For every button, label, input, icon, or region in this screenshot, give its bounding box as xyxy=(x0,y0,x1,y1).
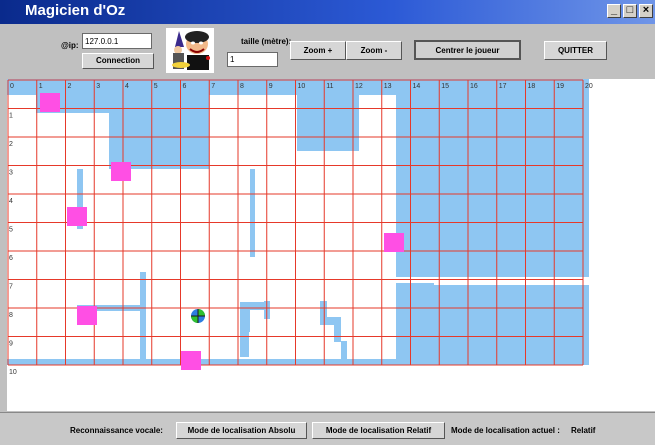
row-label: 6 xyxy=(9,255,13,262)
zoom-out-button[interactable]: Zoom - xyxy=(346,41,402,60)
size-label: taille (mètre): xyxy=(241,37,292,46)
column-label: 10 xyxy=(298,83,306,90)
column-label: 2 xyxy=(68,83,72,90)
row-label: 3 xyxy=(9,170,13,177)
column-label: 18 xyxy=(528,83,536,90)
column-label: 20 xyxy=(585,83,593,90)
window-title: Magicien d'Oz xyxy=(25,2,126,19)
row-label: 8 xyxy=(9,312,13,319)
row-label: 9 xyxy=(9,341,13,348)
connection-button[interactable]: Connection xyxy=(82,53,154,69)
column-label: 4 xyxy=(125,83,129,90)
wall-block xyxy=(140,272,146,362)
close-icon: × xyxy=(642,4,650,16)
column-label: 3 xyxy=(96,83,100,90)
row-label: 2 xyxy=(9,141,13,148)
close-button[interactable]: × xyxy=(639,4,653,18)
status-bar: Reconnaissance vocale: Mode de localisat… xyxy=(0,412,655,445)
quit-button[interactable]: QUITTER xyxy=(544,41,607,60)
maximize-icon: □ xyxy=(626,4,634,16)
voice-recognition-label: Reconnaissance vocale: xyxy=(70,426,163,435)
row-label: 5 xyxy=(9,227,13,234)
column-label: 17 xyxy=(499,83,507,90)
position-marker xyxy=(384,233,404,252)
column-label: 14 xyxy=(413,83,421,90)
ip-label: @ip: xyxy=(61,41,79,50)
column-label: 9 xyxy=(269,83,273,90)
column-label: 5 xyxy=(154,83,158,90)
player-quadrant xyxy=(191,316,198,323)
column-label: 0 xyxy=(10,83,14,90)
ip-input[interactable] xyxy=(82,33,152,49)
wall-block xyxy=(240,302,250,332)
map-view[interactable]: 0 1 2 3 4 5 6 7 8 9 10 11 12 13 14 15 16 17 18 19 20 1 2 3 4 5 6 7 8… xyxy=(7,79,655,411)
center-player-button[interactable]: Centrer le joueur xyxy=(414,40,521,60)
column-label: 6 xyxy=(183,83,187,90)
wall-block xyxy=(396,95,589,281)
column-label: 16 xyxy=(470,83,478,90)
wizard-logo-image xyxy=(172,31,210,70)
toolbar: @ip: Connection taille (mètre): Zoom + Z… xyxy=(0,24,655,77)
column-label: 12 xyxy=(355,83,363,90)
column-label: 19 xyxy=(556,83,564,90)
position-marker xyxy=(77,306,97,325)
size-input[interactable] xyxy=(227,52,278,67)
row-label: 1 xyxy=(9,113,13,120)
column-label: 13 xyxy=(384,83,392,90)
row-label: 7 xyxy=(9,284,13,291)
wall-block xyxy=(240,332,249,357)
maximize-button[interactable]: □ xyxy=(623,4,637,18)
column-label: 8 xyxy=(240,83,244,90)
title-bar: Magicien d'Oz _ □ × xyxy=(0,0,655,24)
wizard-logo xyxy=(166,28,214,73)
wall-block xyxy=(320,317,334,325)
minimize-icon: _ xyxy=(610,4,618,16)
position-marker xyxy=(67,207,87,226)
current-mode-label: Mode de localisation actuel : xyxy=(451,426,560,435)
minimize-button[interactable]: _ xyxy=(607,4,621,18)
column-label: 1 xyxy=(39,83,43,90)
row-label: 10 xyxy=(9,369,17,376)
column-label: 11 xyxy=(326,83,333,90)
position-marker xyxy=(111,162,131,181)
current-mode-value: Relatif xyxy=(571,426,596,435)
position-marker xyxy=(40,93,60,112)
row-label: 4 xyxy=(9,198,13,205)
absolute-mode-button[interactable]: Mode de localisation Absolu xyxy=(176,422,307,439)
wall-block xyxy=(334,317,341,342)
floor-map[interactable]: 0 1 2 3 4 5 6 7 8 9 10 11 12 13 14 15 16 17 18 19 2012345678… xyxy=(7,79,655,411)
wall-block xyxy=(396,321,399,357)
wall-block xyxy=(396,285,589,364)
wall-block xyxy=(320,301,327,319)
player-quadrant xyxy=(198,309,205,316)
column-label: 15 xyxy=(441,83,449,90)
zoom-in-button[interactable]: Zoom + xyxy=(290,41,346,60)
wall-block xyxy=(341,341,347,361)
position-marker xyxy=(181,351,201,370)
column-label: 7 xyxy=(211,83,215,90)
wall-block xyxy=(250,169,255,257)
relative-mode-button[interactable]: Mode de localisation Relatif xyxy=(312,422,445,439)
wall-block xyxy=(109,95,209,169)
